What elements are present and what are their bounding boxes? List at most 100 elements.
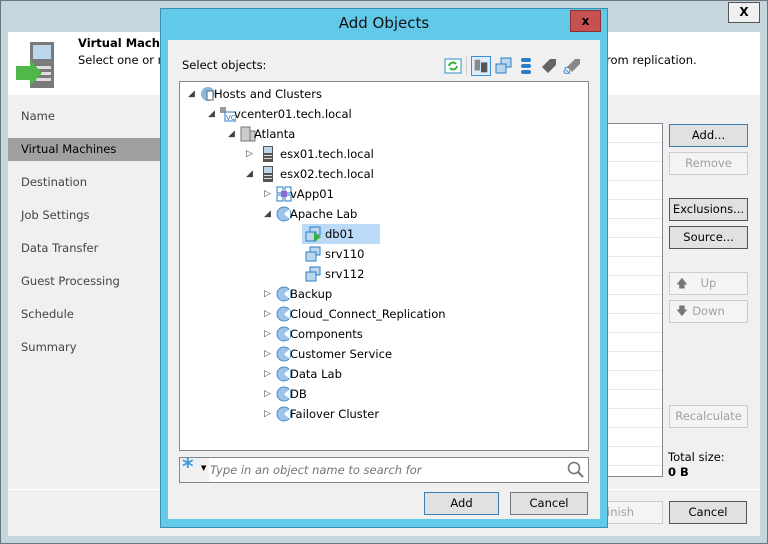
tree-node[interactable]: ▷ Cloud_Connect_Replication [180, 304, 580, 324]
host-icon [263, 146, 273, 162]
tree-node[interactable]: ◢ esx02.tech.local [180, 164, 580, 184]
tags-view-icon[interactable] [539, 56, 559, 76]
tree-node[interactable]: ▷ vApp01 [180, 184, 580, 204]
tree-node-label: srv112 [325, 267, 365, 281]
tree-node[interactable]: ▷ Backup [180, 284, 580, 304]
tree-node-label: Components [290, 327, 363, 341]
collapsed-triangle-icon[interactable]: ▷ [264, 344, 271, 364]
collapsed-triangle-icon[interactable]: ▷ [264, 304, 271, 324]
tree-node[interactable]: ▷ Data Lab [180, 364, 580, 384]
vms-and-templates-view-icon[interactable] [494, 56, 514, 76]
expanded-triangle-icon[interactable]: ◢ [246, 164, 253, 184]
toolbar-separator [466, 57, 467, 75]
tree-node[interactable]: ◢ VC vcenter01.tech.local [180, 104, 580, 124]
tree-node-label: Cloud_Connect_Replication [290, 307, 446, 321]
expanded-triangle-icon[interactable]: ◢ [264, 204, 271, 224]
wizard-step-destination[interactable]: Destination [8, 171, 160, 194]
tree-node[interactable]: ▷ DB [180, 384, 580, 404]
tree-node[interactable]: ▷ Components [180, 324, 580, 344]
exclusions-button[interactable]: Exclusions... [669, 198, 748, 221]
hosts-and-clusters-view-icon[interactable] [471, 56, 491, 76]
collapsed-triangle-icon[interactable]: ▷ [264, 184, 271, 204]
vm-wizard-icon [16, 42, 54, 88]
search-filter-button[interactable]: * ▼ [180, 455, 209, 482]
wizard-step-virtual-machines[interactable]: Virtual Machines [8, 138, 160, 161]
tree-node-label: Data Lab [290, 367, 342, 381]
tree-node-label: Atlanta [254, 127, 296, 141]
tree-node[interactable]: ◢ Atlanta [180, 124, 580, 144]
wizard-step-guest-processing[interactable]: Guest Processing [8, 270, 160, 293]
tree-node[interactable]: ◢ Hosts and Clusters [180, 84, 580, 104]
dialog-cancel-button[interactable]: Cancel [510, 492, 588, 515]
tree-node-label: Backup [290, 287, 333, 301]
up-label: Up [700, 276, 717, 290]
down-label: Down [692, 304, 725, 318]
search-icon[interactable] [566, 461, 586, 479]
expanded-triangle-icon[interactable]: ◢ [228, 124, 235, 144]
recalculate-button[interactable]: Recalculate [669, 405, 748, 428]
tree-node[interactable]: ▷ esx01.tech.local [180, 144, 580, 164]
add-button[interactable]: Add... [669, 124, 748, 147]
refresh-icon[interactable] [443, 56, 463, 76]
expanded-triangle-icon[interactable]: ◢ [188, 84, 195, 104]
header-description-tail: rom replication. [606, 53, 697, 67]
collapsed-triangle-icon[interactable]: ▷ [264, 384, 271, 404]
dialog-title: Add Objects [338, 14, 430, 32]
remove-button[interactable]: Remove [669, 152, 748, 175]
tree-node-label: srv110 [325, 247, 365, 261]
total-size-label: Total size: [668, 450, 725, 464]
object-tree[interactable]: ◢ Hosts and Clusters ◢ VC vcenter01.tech.loc… [179, 81, 589, 451]
select-objects-label: Select objects: [182, 58, 267, 72]
vm-icon [305, 266, 321, 282]
collapsed-triangle-icon[interactable]: ▷ [264, 324, 271, 344]
wizard-close-button[interactable]: X [728, 2, 760, 23]
wizard-cancel-button[interactable]: Cancel [669, 501, 747, 524]
wizard-step-name[interactable]: Name [8, 105, 160, 128]
chevron-down-icon: ▼ [201, 464, 207, 472]
tree-node-label: DB [290, 387, 307, 401]
search-input[interactable] [210, 460, 560, 480]
tree-node-label: Failover Cluster [290, 407, 380, 421]
dialog-add-button[interactable]: Add [424, 492, 499, 515]
arrow-up-icon: 🡅 [676, 276, 688, 290]
up-button[interactable]: 🡅 Up [669, 272, 748, 295]
tree-node[interactable]: srv110 [180, 244, 580, 264]
total-size-value: 0 B [668, 465, 689, 479]
svg-text:&: & [563, 66, 571, 76]
tree-node-label: vApp01 [290, 187, 334, 201]
tree-node[interactable]: srv112 [180, 264, 580, 284]
tree-node-label: esx02.tech.local [280, 167, 374, 181]
wizard-step-summary[interactable]: Summary [8, 336, 160, 359]
asterisk-icon: * [182, 455, 194, 480]
source-button[interactable]: Source... [669, 226, 748, 249]
tree-node[interactable]: ▷ Failover Cluster [180, 404, 580, 424]
search-box: * ▼ [179, 455, 589, 483]
header-description: Select one or m [78, 53, 169, 67]
host-icon [263, 166, 273, 182]
arrow-down-icon: 🡇 [676, 304, 688, 318]
tree-node-label: Customer Service [290, 347, 393, 361]
collapsed-triangle-icon[interactable]: ▷ [264, 284, 271, 304]
down-button[interactable]: 🡇 Down [669, 300, 748, 323]
vm-table[interactable] [600, 123, 663, 477]
tree-node-label: db01 [325, 227, 355, 241]
tree-node-label: esx01.tech.local [280, 147, 374, 161]
tree-node[interactable]: ▷ Customer Service [180, 344, 580, 364]
tag-categories-view-icon[interactable]: & [562, 56, 582, 76]
vm-icon [305, 246, 321, 262]
collapsed-triangle-icon[interactable]: ▷ [264, 404, 271, 424]
vm-running-icon [305, 226, 321, 242]
tree-node-label: Hosts and Clusters [214, 87, 322, 101]
collapsed-triangle-icon[interactable]: ▷ [264, 364, 271, 384]
dialog-close-button[interactable]: x [570, 10, 601, 32]
collapsed-triangle-icon[interactable]: ▷ [246, 144, 253, 164]
wizard-step-job-settings[interactable]: Job Settings [8, 204, 160, 227]
tree-node[interactable]: db01 [180, 224, 580, 244]
tree-node-label: Apache Lab [290, 207, 358, 221]
tree-node-label: vcenter01.tech.local [234, 107, 352, 121]
expanded-triangle-icon[interactable]: ◢ [208, 104, 215, 124]
datastores-view-icon[interactable] [516, 56, 536, 76]
wizard-step-data-transfer[interactable]: Data Transfer [8, 237, 160, 260]
wizard-step-schedule[interactable]: Schedule [8, 303, 160, 326]
tree-node[interactable]: ◢ Apache Lab [180, 204, 580, 224]
